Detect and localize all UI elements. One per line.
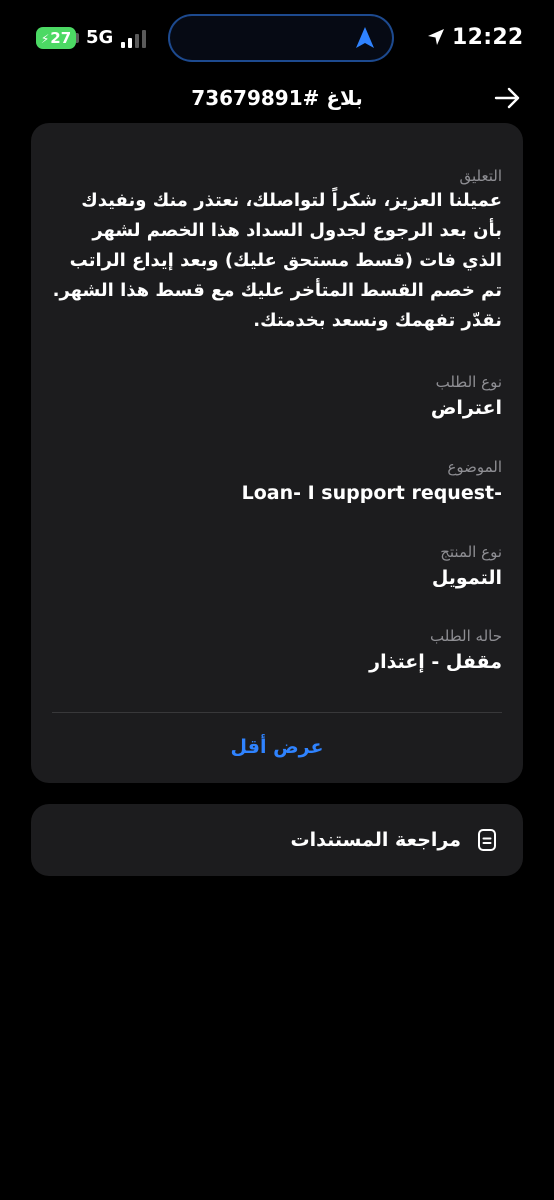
review-documents-label: مراجعة المستندات [290,829,461,851]
product-type-field: نوع المنتج التمويل [50,542,502,593]
product-type-value: التمويل [431,567,502,589]
review-documents-button[interactable]: مراجعة المستندات [31,804,523,876]
request-type-label: نوع الطلب [435,373,502,391]
arrow-right-icon[interactable] [490,82,524,114]
subject-value: -Loan- I support request [241,482,502,504]
battery-level: 27 [50,29,72,47]
request-status-label: حاله الطلب [430,627,502,645]
network-type: 5G [86,27,114,48]
request-status-value: مقفل - إعتذار [369,651,502,673]
battery-indicator: ⚡27 [36,27,76,49]
page-title: بلاغ #73679891 [191,86,363,110]
signal-bars-icon [121,30,149,48]
subject-field: الموضوع -Loan- I support request [50,457,502,508]
status-bar: ⚡27 5G 12:22 [0,0,554,76]
document-icon [478,829,496,851]
comment-text: عميلنا العزيز، شكراً لتواصلك، نعتذر منك … [52,190,502,331]
navigation-arrow-icon [356,27,374,48]
dynamic-island[interactable] [168,14,394,62]
request-type-value: اعتراض [430,397,502,419]
request-type-field: نوع الطلب اعتراض [50,372,502,423]
location-arrow-icon [428,29,444,45]
charging-bolt-icon: ⚡ [40,32,50,46]
status-time: 12:22 [452,25,524,50]
ticket-details-card: التعليق عميلنا العزيز، شكراً لتواصلك، نع… [31,123,523,783]
comment-field: التعليق عميلنا العزيز، شكراً لتواصلك، نع… [50,166,502,336]
comment-label: التعليق [459,167,502,185]
product-type-label: نوع المنتج [440,543,502,561]
request-status-field: حاله الطلب مقفل - إعتذار [50,626,502,677]
card-divider [52,712,502,713]
subject-label: الموضوع [447,458,502,476]
show-less-button[interactable]: عرض أقل [31,733,523,761]
battery-cap [76,33,79,43]
